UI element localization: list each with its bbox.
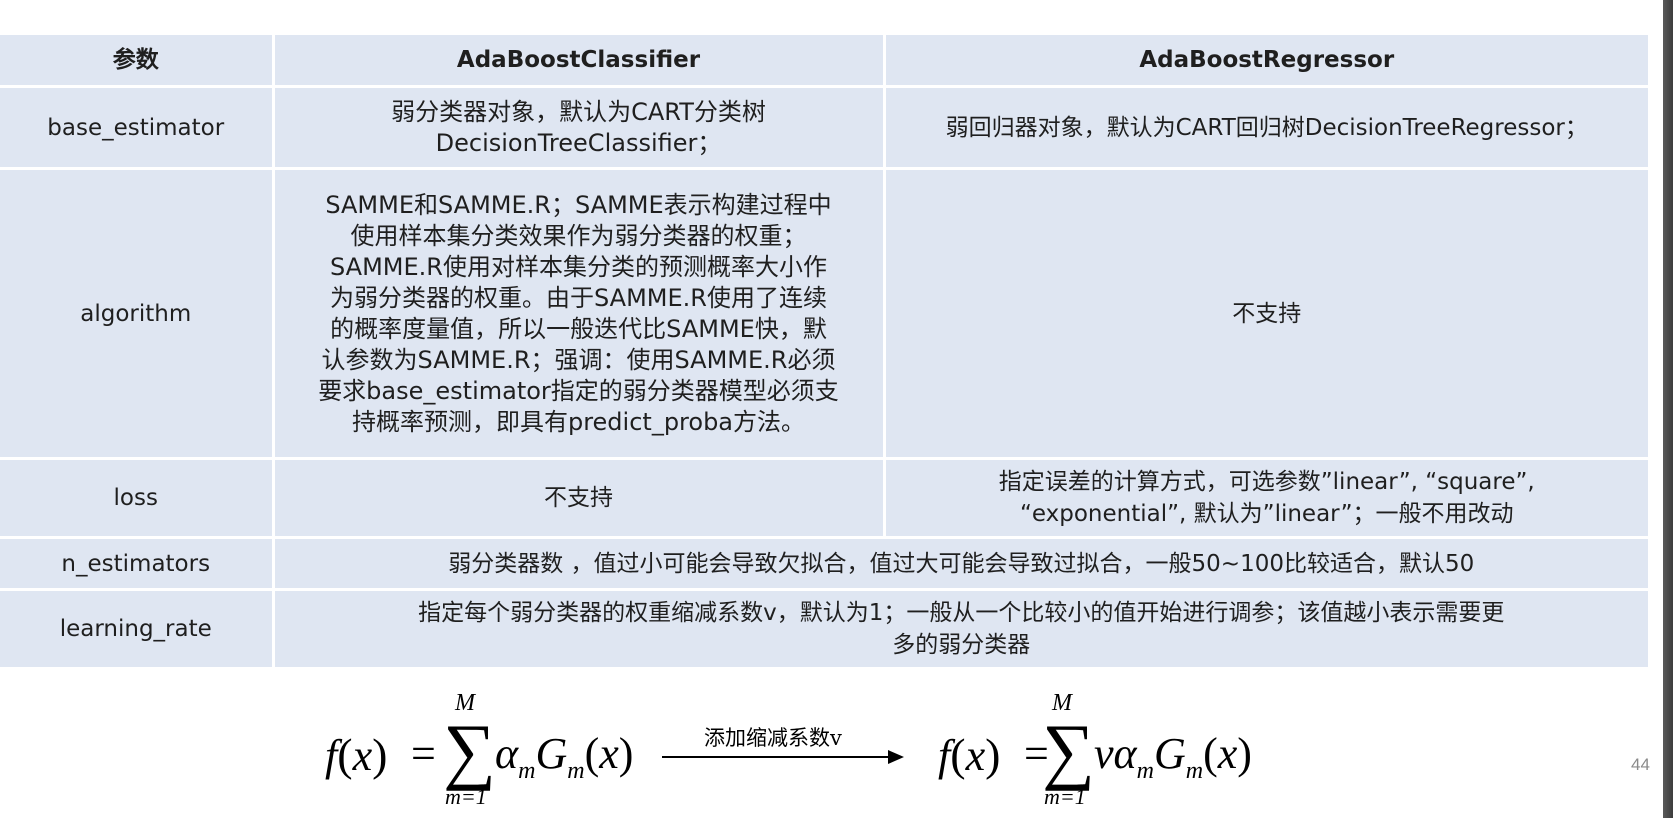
formula-original: f(x) = M ∑ m=1 αmGm(x)	[325, 690, 655, 809]
cell-line: 的概率度量值，所以一般迭代比SAMME快，默	[330, 314, 827, 343]
arrow-label: 添加缩减系数v	[704, 726, 842, 750]
regressor-cell: 不支持	[884, 168, 1648, 460]
table-row: n_estimators 弱分类器数 ，值过小可能会导致欠拟合，值过大可能会导致…	[0, 537, 1648, 591]
cell-line: 持概率预测，即具有predict_proba方法。	[351, 407, 806, 436]
cell-line: “exponential”, 默认为”linear”；一般不用改动	[1019, 501, 1514, 527]
cell-line: 使用样本集分类效果作为弱分类器的权重；	[350, 221, 807, 250]
merged-cell: 弱分类器数 ，值过小可能会导致欠拟合，值过大可能会导致过拟合，一般50~100比…	[273, 537, 1648, 591]
cell-line: SAMME和SAMME.R；SAMME表示构建过程中	[325, 190, 832, 219]
table-row: algorithm SAMME和SAMME.R；SAMME表示构建过程中 使用样…	[0, 168, 1648, 460]
sum-sign: ∑	[443, 710, 496, 792]
formula-lhs: f(x)	[938, 729, 1001, 780]
classifier-cell: SAMME和SAMME.R；SAMME表示构建过程中 使用样本集分类效果作为弱分…	[273, 168, 886, 460]
param-name: learning_rate	[0, 589, 275, 667]
parameter-table: 参数 AdaBoostClassifier AdaBoostRegressor …	[0, 35, 1648, 667]
classifier-cell: 弱分类器对象，默认为CART分类树 DecisionTreeClassifier…	[273, 86, 886, 170]
formula-lhs: f(x)	[325, 729, 388, 780]
arrow: 添加缩减系数v	[662, 722, 907, 764]
header-classifier: AdaBoostClassifier	[273, 35, 886, 88]
table-row: loss 不支持 指定误差的计算方式，可选参数”linear”, “square…	[0, 458, 1648, 539]
table-header-row: 参数 AdaBoostClassifier AdaBoostRegressor	[0, 35, 1648, 88]
param-name: n_estimators	[0, 537, 275, 591]
formula-term: αmGm(x)	[495, 729, 634, 784]
formula-scaled: f(x) = M ∑ m=1 vαmGm(x)	[938, 690, 1278, 809]
window-edge	[1657, 0, 1673, 818]
cell-line: 要求base_estimator指定的弱分类器模型必须支	[318, 376, 839, 405]
param-name: loss	[0, 458, 275, 539]
regressor-cell: 指定误差的计算方式，可选参数”linear”, “square”, “expon…	[884, 458, 1648, 539]
equals-sign: =	[411, 729, 436, 778]
regressor-cell: 弱回归器对象，默认为CART回归树DecisionTreeRegressor；	[884, 86, 1648, 170]
sum-lower-limit: m=1	[1044, 784, 1086, 809]
header-regressor: AdaBoostRegressor	[884, 35, 1648, 88]
merged-cell: 指定每个弱分类器的权重缩减系数v，默认为1；一般从一个比较小的值开始进行调参；该…	[273, 590, 1648, 668]
table-row: base_estimator 弱分类器对象，默认为CART分类树 Decisio…	[0, 86, 1648, 170]
cell-line: DecisionTreeClassifier；	[435, 128, 722, 157]
formula-term: vαmGm(x)	[1094, 729, 1252, 784]
header-param: 参数	[0, 35, 275, 88]
param-name: base_estimator	[0, 86, 275, 170]
arrow-line	[662, 756, 890, 758]
cell-line: 弱分类器对象，默认为CART分类树	[391, 97, 766, 126]
cell-line: 指定每个弱分类器的权重缩减系数v，默认为1；一般从一个比较小的值开始进行调参；该…	[418, 600, 1505, 626]
page-number: 44	[1631, 755, 1650, 774]
param-name: algorithm	[0, 168, 275, 460]
arrow-head-icon	[888, 750, 904, 764]
sum-sign: ∑	[1042, 710, 1095, 792]
cell-line: 指定误差的计算方式，可选参数”linear”, “square”,	[998, 469, 1535, 495]
classifier-cell: 不支持	[273, 458, 886, 539]
cell-line: SAMME.R使用对样本集分类的预测概率大小作	[330, 252, 827, 281]
cell-line: 多的弱分类器	[892, 632, 1031, 658]
sum-lower-limit: m=1	[445, 784, 487, 809]
cell-line: 为弱分类器的权重。由于SAMME.R使用了连续	[330, 283, 827, 312]
table-row: learning_rate 指定每个弱分类器的权重缩减系数v，默认为1；一般从一…	[0, 589, 1648, 668]
cell-line: 认参数为SAMME.R；强调：使用SAMME.R必须	[321, 345, 836, 374]
